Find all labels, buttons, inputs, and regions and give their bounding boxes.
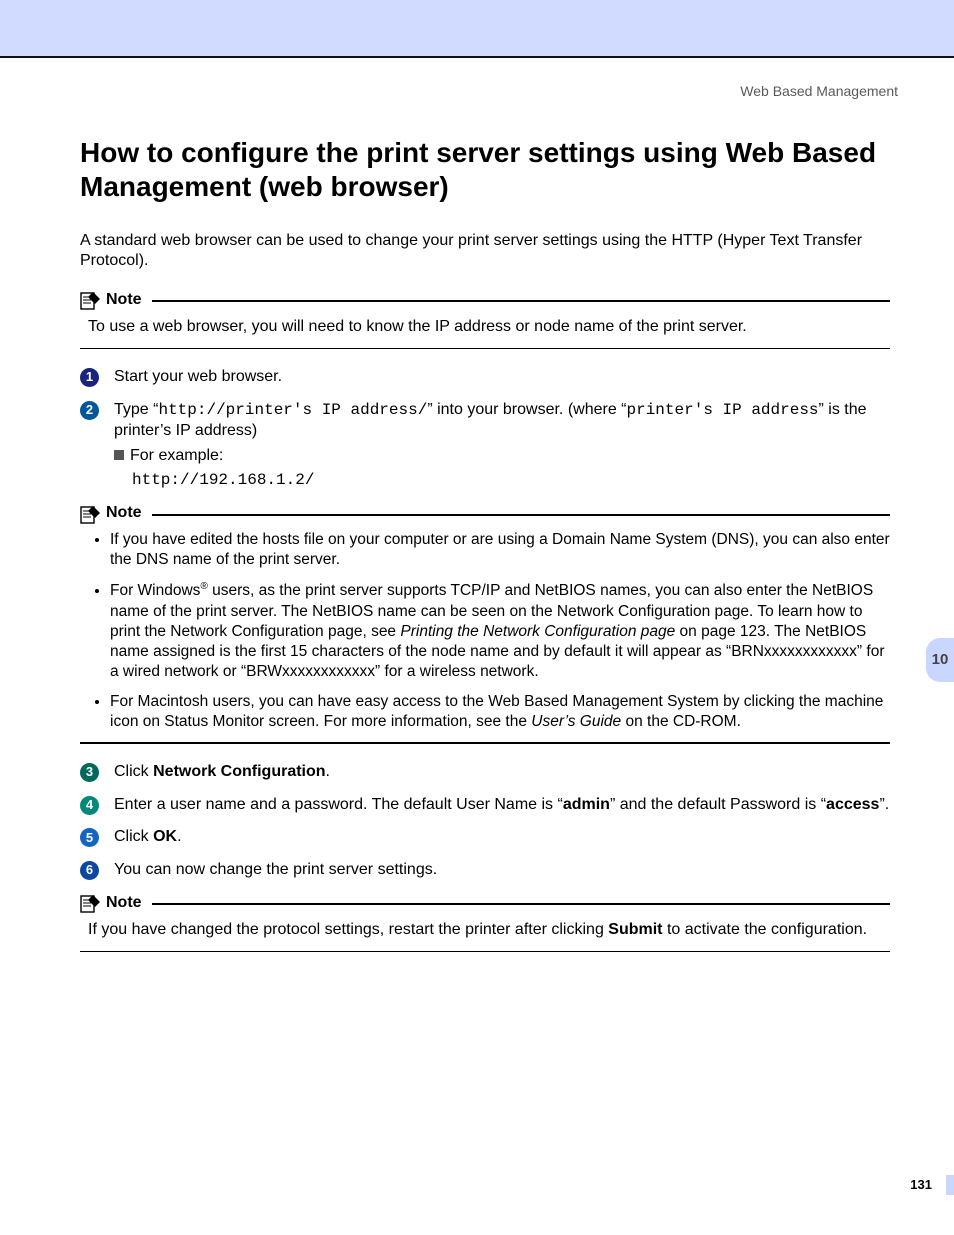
step-2-pre: Type “ [114, 401, 158, 418]
registered-symbol: ® [200, 581, 207, 592]
note-rule [152, 300, 890, 302]
step-4: 4 Enter a user name and a password. The … [80, 795, 890, 816]
note-heading-3: Note [80, 893, 890, 914]
note-heading: Note [80, 290, 890, 311]
step-1: 1 Start your web browser. [80, 367, 890, 388]
header-rule [0, 56, 954, 58]
step-5: 5 Click OK. [80, 827, 890, 848]
example-label: For example: [130, 447, 223, 464]
note-icon [80, 504, 102, 524]
step-badge-3: 3 [80, 763, 99, 782]
chapter-tab: 10 [926, 638, 954, 682]
note-label: Note [106, 503, 142, 524]
step-2: 2 Type “http://printer's IP address/” in… [80, 400, 890, 491]
step-2-code2: printer's IP address [627, 401, 819, 419]
step-2-mid: ” into your browser. (where “ [427, 401, 626, 418]
note-rule [152, 514, 890, 516]
page-title: How to configure the print server settin… [80, 136, 890, 204]
step-badge-1: 1 [80, 368, 99, 387]
note-bottom-rule [80, 742, 890, 744]
step-badge-6: 6 [80, 861, 99, 880]
page-number-bar [946, 1175, 954, 1195]
step-badge-4: 4 [80, 796, 99, 815]
note-rule [152, 903, 890, 905]
note2-item-2: For Windows® users, as the print server … [110, 580, 890, 682]
header-band [0, 0, 954, 56]
note-heading-2: Note [80, 503, 890, 524]
page-number: 131 [910, 1177, 932, 1194]
users-guide-ref: User’s Guide [531, 713, 621, 730]
note1-body: To use a web browser, you will need to k… [88, 317, 890, 338]
note-label: Note [106, 893, 142, 914]
note2-list: If you have edited the hosts file on you… [98, 530, 890, 732]
note-icon [80, 893, 102, 913]
step-1-text: Start your web browser. [114, 368, 282, 385]
note-label: Note [106, 290, 142, 311]
step-6: 6 You can now change the print server se… [80, 860, 890, 881]
intro-paragraph: A standard web browser can be used to ch… [80, 231, 890, 273]
step-2-code1: http://printer's IP address/ [158, 401, 427, 419]
step-badge-5: 5 [80, 828, 99, 847]
note-bottom-rule [80, 348, 890, 350]
xref-link[interactable]: Printing the Network Configuration page [400, 623, 675, 640]
note2-item-3: For Macintosh users, you can have easy a… [110, 692, 890, 732]
example-code: http://192.168.1.2/ [132, 470, 890, 491]
note-icon [80, 290, 102, 310]
note2-item-1: If you have edited the hosts file on you… [110, 530, 890, 570]
step-badge-2: 2 [80, 401, 99, 420]
step-3: 3 Click Network Configuration. [80, 762, 890, 783]
note-bottom-rule [80, 951, 890, 953]
note3-body: If you have changed the protocol setting… [88, 920, 890, 941]
square-bullet-icon [114, 450, 124, 460]
running-header: Web Based Management [0, 82, 898, 100]
page-number-wrap: 131 [910, 1175, 954, 1195]
